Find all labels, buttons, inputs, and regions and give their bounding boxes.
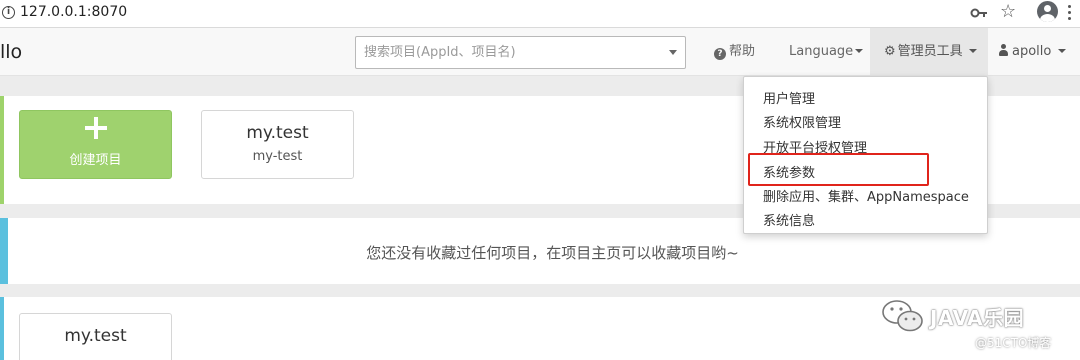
address-bar-url[interactable]: 127.0.0.1:8070 — [20, 4, 127, 20]
nav-language-dropdown[interactable]: Language — [789, 28, 864, 75]
caret-down-icon — [968, 49, 977, 53]
recent-project-card-name: my.test — [64, 326, 127, 346]
menu-item-system-permission[interactable]: 系统权限管理 — [763, 112, 841, 131]
account-icon[interactable] — [1037, 1, 1058, 22]
project-card[interactable]: my.test my-test — [201, 110, 354, 179]
menu-item-delete-app-cluster-namespace[interactable]: 删除应用、集群、AppNamespace — [763, 186, 969, 205]
project-card-appid: my-test — [252, 149, 303, 164]
watermark-title: JAVA乐园 — [930, 306, 1025, 330]
caret-down-icon — [855, 49, 864, 53]
nav-language-label: Language — [789, 44, 854, 59]
project-search[interactable] — [355, 36, 686, 69]
kebab-menu-icon[interactable] — [1068, 3, 1074, 23]
caret-down-icon — [1057, 49, 1066, 53]
highlight-annotation-box — [748, 153, 929, 186]
user-icon — [998, 44, 1009, 56]
browser-toolbar: i 127.0.0.1:8070 ☆ — [0, 0, 1080, 28]
nav-admin-tools-label: 管理员工具 — [897, 44, 963, 59]
gear-icon: ⚙ — [884, 44, 896, 59]
nav-help-label: 帮助 — [729, 44, 756, 59]
nav-admin-tools-dropdown[interactable]: ⚙ 管理员工具 — [870, 28, 988, 75]
menu-item-system-info[interactable]: 系统信息 — [763, 210, 815, 229]
app-navbar: llo ?帮助 Language ⚙管理员工具 apollo — [0, 28, 1080, 76]
nav-user-dropdown[interactable]: apollo — [998, 28, 1066, 75]
question-circle-icon: ? — [714, 48, 726, 60]
project-search-input[interactable] — [356, 37, 656, 68]
watermark-source: @51CTO博客 — [975, 336, 1052, 350]
star-icon[interactable]: ☆ — [1000, 2, 1016, 22]
nav-help-link[interactable]: ? 帮助 — [714, 28, 755, 75]
favorites-empty-message: 您还没有收藏过任何项目，在项目主页可以收藏项目哟~ — [366, 244, 739, 262]
nav-user-label: apollo — [1012, 44, 1052, 59]
create-project-label: 创建项目 — [69, 153, 122, 168]
project-card-name: my.test — [246, 123, 309, 143]
search-dropdown-caret-icon[interactable] — [669, 50, 677, 55]
create-project-button[interactable]: 创建项目 — [19, 110, 172, 179]
plus-icon — [85, 117, 107, 139]
wechat-logo-icon — [882, 300, 923, 332]
key-icon[interactable] — [970, 4, 988, 22]
menu-item-user-management[interactable]: 用户管理 — [763, 88, 815, 107]
info-icon[interactable]: i — [2, 6, 15, 19]
recent-project-card[interactable]: my.test — [19, 313, 172, 360]
brand-logo[interactable]: llo — [0, 41, 22, 63]
